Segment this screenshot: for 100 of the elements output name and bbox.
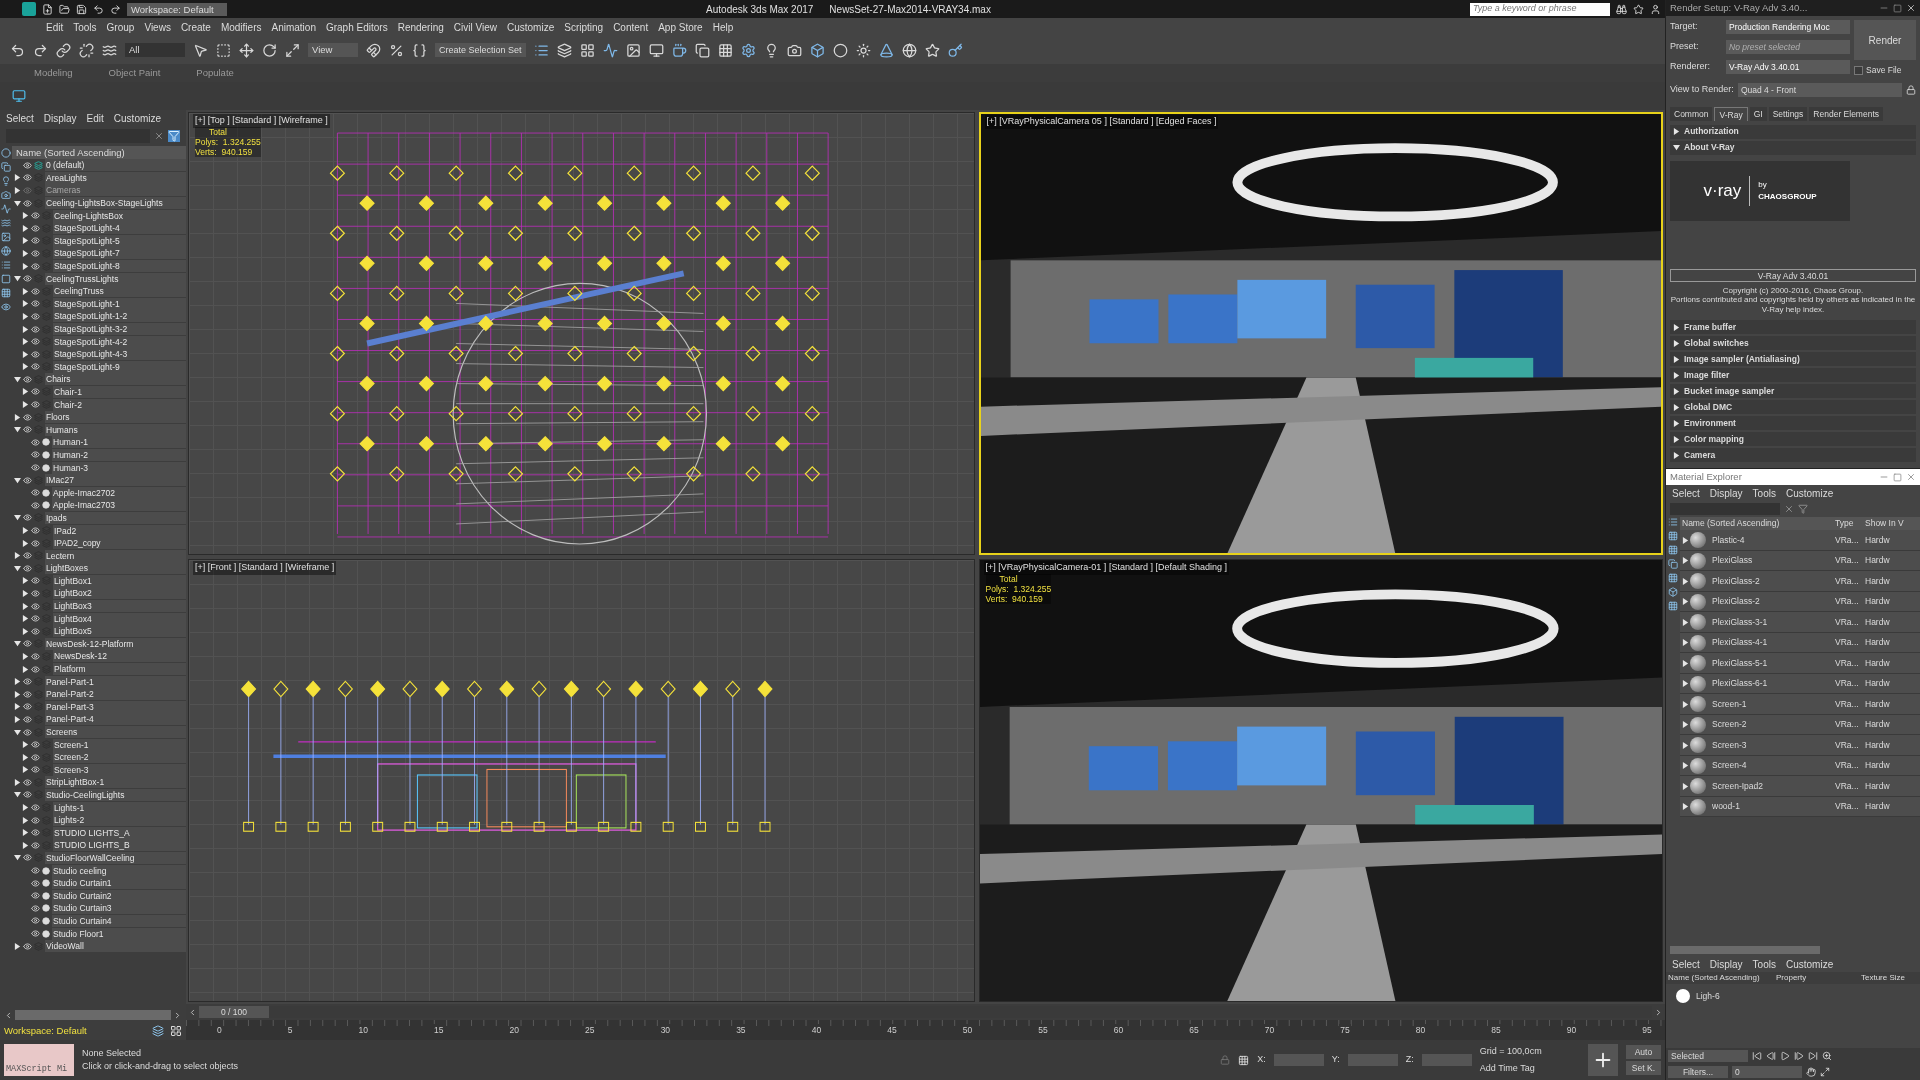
braces-icon[interactable]: [412, 42, 427, 58]
triangle-icon[interactable]: [14, 187, 21, 194]
save-icon[interactable]: [76, 3, 87, 15]
tree-item[interactable]: StudioFloorWallCeeling: [45, 851, 186, 864]
rollout-header[interactable]: Image sampler (Antialiasing): [1670, 352, 1916, 367]
tree-item[interactable]: Panel-Part-3: [45, 700, 186, 713]
tree-item[interactable]: Apple-Imac2703: [52, 499, 186, 512]
viewport-label[interactable]: [+] [Top ] [Standard ] [Wireframe ]: [193, 114, 330, 128]
zoom-icon[interactable]: [1822, 1051, 1832, 1061]
reference-coordinate-dropdown[interactable]: View: [308, 43, 358, 57]
pointer-icon[interactable]: [193, 42, 208, 58]
hierarchy-icon[interactable]: [170, 1025, 182, 1037]
rollout-header[interactable]: Camera: [1670, 448, 1916, 463]
tree-item[interactable]: AreaLights: [45, 171, 186, 184]
new-file-icon[interactable]: [42, 3, 53, 15]
eye-icon[interactable]: [23, 790, 32, 800]
filter-toggle-icon[interactable]: [1668, 545, 1678, 556]
eye-icon[interactable]: [23, 853, 32, 863]
triangle-icon[interactable]: [1673, 435, 1680, 443]
material-name[interactable]: PlexiGlass-6-1: [1706, 677, 1835, 690]
globe-icon[interactable]: [901, 42, 917, 58]
triangle-icon[interactable]: [1673, 371, 1680, 379]
x-coordinate-field[interactable]: [1273, 1054, 1324, 1066]
dropdown[interactable]: Production Rendering Moc: [1726, 20, 1850, 34]
filter-toggle-icon[interactable]: [1668, 517, 1678, 528]
eye-icon[interactable]: [23, 513, 32, 523]
grid-icon[interactable]: [717, 42, 733, 58]
triangle-icon[interactable]: [22, 212, 29, 220]
eye-icon[interactable]: [23, 412, 32, 422]
triangle-icon[interactable]: [1673, 128, 1680, 136]
tree-item[interactable]: 0 (default): [45, 159, 186, 172]
percent-icon[interactable]: [389, 42, 404, 58]
triangle-icon[interactable]: [1681, 577, 1689, 585]
menu-item[interactable]: Group: [106, 19, 135, 35]
tab[interactable]: Common: [1670, 106, 1713, 121]
ribbon-tab[interactable]: Populate: [192, 65, 238, 81]
triangle-icon[interactable]: [14, 413, 21, 421]
pan-icon[interactable]: [1806, 1067, 1816, 1077]
skip-back-icon[interactable]: [1752, 1051, 1762, 1061]
rollout-title[interactable]: Environment: [1684, 416, 1736, 430]
eye-icon[interactable]: [31, 740, 40, 750]
ribbon-tab[interactable]: Modeling: [30, 65, 77, 81]
tree-item[interactable]: Human-3: [52, 461, 186, 474]
filters-button[interactable]: Filters...: [1668, 1065, 1728, 1079]
menu-item[interactable]: Customize: [1785, 956, 1834, 972]
auto-key-button[interactable]: Auto: [1625, 1045, 1661, 1059]
ribbon-tab[interactable]: Object Paint: [104, 65, 165, 81]
material-name[interactable]: PlexiGlass: [1706, 554, 1835, 567]
eye-icon[interactable]: [31, 324, 40, 334]
triangle-icon[interactable]: [1673, 403, 1680, 411]
tree-item[interactable]: Studio Curtain2: [52, 889, 186, 902]
tree-item[interactable]: StageSpotLight-3-2: [53, 323, 186, 335]
magnet-icon[interactable]: [366, 42, 381, 58]
filter-toggle-icon[interactable]: [1668, 531, 1678, 542]
menu-item[interactable]: Rendering: [397, 19, 444, 35]
material-name[interactable]: wood-1: [1706, 800, 1835, 813]
triangle-icon[interactable]: [22, 577, 29, 585]
triangle-icon[interactable]: [22, 388, 29, 396]
triangle-icon[interactable]: [1681, 680, 1689, 687]
triangle-icon[interactable]: [22, 237, 29, 245]
object-name[interactable]: Ligh-6: [1696, 989, 1720, 1003]
lock-icon[interactable]: [1906, 84, 1916, 95]
triangle-icon[interactable]: [22, 539, 29, 547]
rollout-title[interactable]: Global DMC: [1684, 400, 1733, 414]
link-icon[interactable]: [56, 42, 71, 58]
menu-item[interactable]: Select: [1672, 956, 1700, 972]
tree-item[interactable]: LightBox1: [53, 574, 186, 587]
tree-item[interactable]: Ceeling-LightsBox-StageLights: [45, 197, 186, 210]
triangle-icon[interactable]: [14, 426, 21, 434]
menu-item[interactable]: Tools: [73, 19, 97, 35]
eye-icon[interactable]: [31, 362, 40, 372]
material-name[interactable]: Plastic-4: [1706, 533, 1835, 547]
eye-icon[interactable]: [31, 891, 40, 901]
user-icon[interactable]: [1650, 3, 1661, 15]
tree-item[interactable]: Studio Curtain3: [52, 902, 186, 915]
triangle-icon[interactable]: [22, 627, 29, 635]
triangle-icon[interactable]: [14, 942, 21, 950]
tree-item[interactable]: Studio Curtain1: [52, 877, 186, 890]
filter-toggle-icon[interactable]: [1668, 573, 1678, 584]
tree-item[interactable]: LightBox5: [53, 625, 186, 638]
eye-icon[interactable]: [23, 702, 32, 712]
tree-item[interactable]: Panel-Part-4: [45, 713, 186, 726]
maximize-viewport-icon[interactable]: [1820, 1067, 1830, 1077]
column-header[interactable]: Name (Sorted Ascending): [1680, 517, 1835, 531]
material-name[interactable]: PlexiGlass-2: [1706, 574, 1835, 588]
cone-icon[interactable]: [878, 42, 894, 58]
menu-item[interactable]: Views: [144, 19, 171, 35]
tree-item[interactable]: Humans: [45, 423, 186, 436]
tree-item[interactable]: Lectern: [45, 549, 186, 562]
camera-icon[interactable]: [786, 42, 802, 58]
tree-item[interactable]: LightBoxes: [45, 562, 186, 575]
tree-item[interactable]: Chair-2: [53, 398, 186, 411]
triangle-icon[interactable]: [22, 249, 29, 257]
settings-icon[interactable]: [740, 42, 756, 58]
sun-icon[interactable]: [855, 42, 871, 58]
column-header[interactable]: Type: [1835, 517, 1865, 531]
triangle-icon[interactable]: [22, 262, 29, 270]
binoculars-icon[interactable]: [1616, 3, 1627, 15]
eye-icon[interactable]: [31, 311, 40, 321]
menu-item[interactable]: Display: [1709, 485, 1743, 501]
